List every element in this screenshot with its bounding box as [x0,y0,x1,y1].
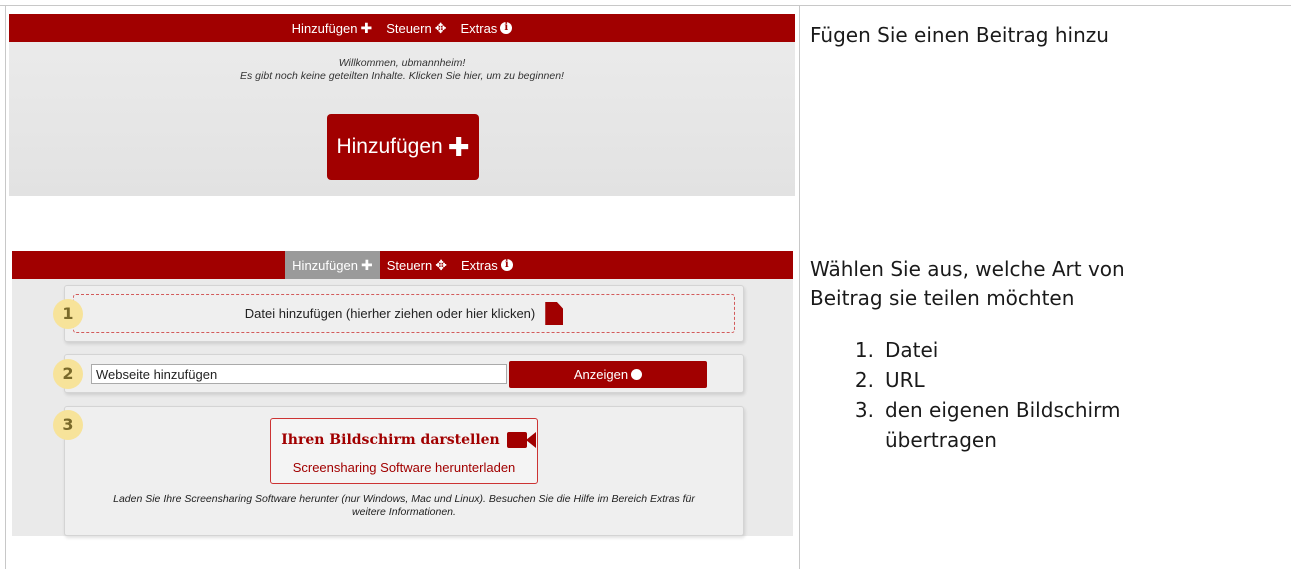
plus-icon: ✚ [360,20,373,36]
screenshare-title-label: Ihren Bildschirm darstellen [281,432,500,448]
info-circle-icon: i [500,259,513,271]
table-border-middle [799,5,800,569]
list-item: 2. URL [848,365,1120,395]
file-panel: Datei hinzufügen (hierher ziehen oder hi… [53,285,744,342]
welcome-message: Willkommen, ubmannheim! Es gibt noch kei… [9,57,795,83]
caption-choose-type-line-1: Wählen Sie aus, welche Art von [810,257,1125,281]
nav-add[interactable]: Hinzufügen ✚ [285,251,380,279]
list-item-number: 3. [854,398,874,422]
file-dropzone-label: Datei hinzufügen (hierher ziehen oder hi… [244,306,536,321]
info-circle-icon: i [500,22,513,34]
nav-extras[interactable]: Extras i [453,14,519,42]
list-item-text-line-2: übertragen [885,428,997,452]
step-badge-3: 3 [53,410,83,440]
screenshare-panel: 3 Ihren Bildschirm darstellen Screenshar… [53,406,744,536]
nav-add-label: Hinzufügen [292,257,358,273]
hint-line-1: Laden Sie Ihre Screensharing Software he… [113,493,695,505]
url-input[interactable] [91,364,507,384]
screenshot-add-options: Hinzufügen ✚ Steuern ✥ Extras i Datei hi… [12,251,793,536]
video-camera-icon [506,432,536,448]
table-border-top [0,5,1291,6]
step-badge-1: 1 [53,299,83,329]
move-arrows-icon: ✥ [434,20,447,36]
list-item-text: Datei [885,338,939,362]
list-item-text: URL [885,368,925,392]
nav-extras-label: Extras [460,257,498,273]
nav-control-label: Steuern [386,257,433,273]
step-badge-2: 2 [53,359,83,389]
caption-choose-type: Wählen Sie aus, welche Art von Beitrag s… [810,255,1125,313]
plus-icon: ✚ [360,257,373,273]
caption-add-post: Fügen Sie einen Beitrag hinzu [810,23,1109,47]
plus-icon: ✚ [447,132,470,162]
top-navbar: Hinzufügen ✚ Steuern ✥ Extras i [9,14,795,42]
screenshare-title: Ihren Bildschirm darstellen [271,432,537,448]
nav-control[interactable]: Steuern ✥ [380,251,454,279]
nav-add-label: Hinzufügen [291,20,358,36]
list-item: 3. den eigenen Bildschirm übertragen [848,395,1121,455]
type-list: 1. Datei 2. URL 3. den eigenen Bildschir… [848,335,1121,455]
nav-control-label: Steuern [386,20,432,36]
screenshot-welcome: Hinzufügen ✚ Steuern ✥ Extras i Willkomm… [9,14,795,196]
show-button-label: Anzeigen [573,367,629,382]
welcome-greeting: Willkommen, ubmannheim! [338,57,466,69]
screenshare-download-link[interactable]: Screensharing Software herunterladen [271,460,537,475]
big-add-label: Hinzufügen [336,135,443,158]
top-navbar: Hinzufügen ✚ Steuern ✥ Extras i [12,251,793,279]
show-button[interactable]: Anzeigen [509,361,707,388]
nav-extras[interactable]: Extras i [454,251,520,279]
globe-icon [631,369,643,380]
file-icon [545,302,564,325]
list-item: 1. Datei [848,335,1120,365]
nav-extras-label: Extras [460,20,498,36]
list-item-number: 1. [854,338,874,362]
file-dropzone[interactable]: Datei hinzufügen (hierher ziehen oder hi… [73,294,735,333]
hint-line-2: weitere Informationen. [352,506,456,518]
nav-add[interactable]: Hinzufügen ✚ [285,14,380,42]
screenshare-hint: Laden Sie Ihre Screensharing Software he… [75,493,733,519]
move-arrows-icon: ✥ [435,257,447,273]
big-add-button[interactable]: Hinzufügen ✚ [327,114,479,180]
caption-choose-type-line-2: Beitrag sie teilen möchten [810,286,1075,310]
welcome-instructions[interactable]: Es gibt noch keine geteilten Inhalte. Kl… [9,70,795,83]
list-item-text-line-1: den eigenen Bildschirm [885,398,1121,422]
nav-control[interactable]: Steuern ✥ [379,14,453,42]
screenshare-button[interactable]: Ihren Bildschirm darstellen Screensharin… [270,418,538,484]
list-item-text: den eigenen Bildschirm übertragen [885,395,1120,455]
table-border-left [5,5,6,569]
url-panel: 2 Anzeigen [53,354,744,393]
list-item-number: 2. [854,368,874,392]
